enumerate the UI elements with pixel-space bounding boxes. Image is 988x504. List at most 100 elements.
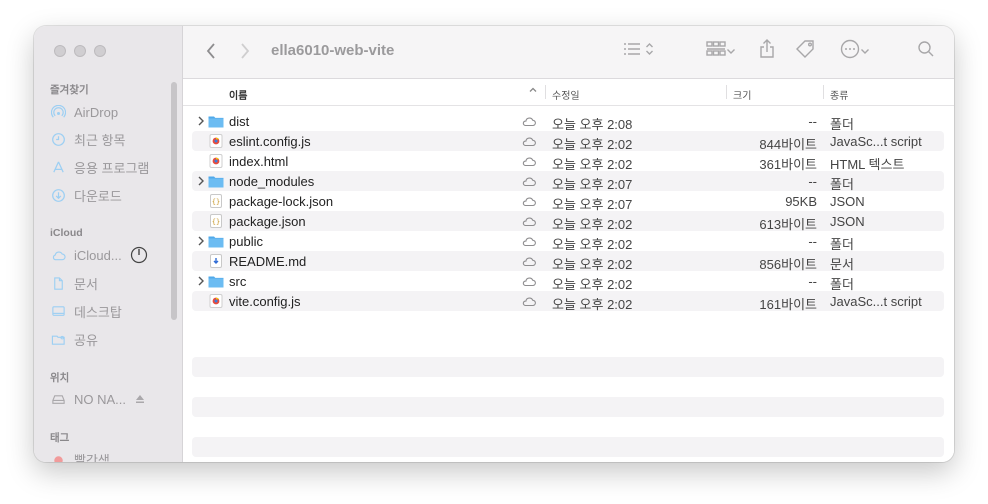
disclosure-chevron-icon[interactable] [196,235,206,247]
folder-icon [208,274,224,288]
file-name: public [229,234,263,249]
minimize-window-button[interactable] [74,45,86,57]
share-button[interactable] [757,38,777,62]
sidebar-item-recents[interactable]: 최근 항목 [50,128,125,150]
cloud-status-icon [521,255,537,267]
chevron-updown-icon [645,42,654,61]
column-divider[interactable] [545,85,546,99]
file-row-package-json[interactable]: {} package.json 오늘 오후 2:02 613바이트 JSON [192,211,944,232]
disclosure-chevron-icon[interactable] [196,175,206,187]
desktop-icon [50,303,66,319]
svg-text:{}: {} [212,198,220,206]
sidebar-item-label: 공유 [74,332,98,348]
folder-icon [208,114,224,128]
applications-icon [50,159,66,175]
sidebar-item-applications[interactable]: 응용 프로그램 [50,156,149,178]
column-divider[interactable] [726,85,727,99]
close-window-button[interactable] [54,45,66,57]
sidebar-section-locations: 위치 [50,372,70,384]
cloud-status-icon [521,295,537,307]
column-date-header[interactable]: 수정일 [552,87,580,102]
disclosure-chevron-icon[interactable] [196,275,206,287]
airdrop-icon [50,104,66,120]
disclosure-chevron-icon[interactable] [196,115,206,127]
column-header: 이름 수정일 크기 종류 [183,79,954,106]
tag-button[interactable] [793,39,819,64]
file-row-package-lock-json[interactable]: {} package-lock.json 오늘 오후 2:07 95KB JSON [192,191,944,212]
file-size: -- [808,274,817,289]
sidebar-item-drive[interactable]: NO NA... [50,388,146,410]
sidebar-item-documents[interactable]: 문서 [50,272,98,294]
file-kind: JavaSc...t script [830,134,922,149]
sidebar-item-label: AirDrop [74,104,119,120]
sidebar-item-label: 응용 프로그램 [74,160,150,176]
tag-icon [795,39,817,64]
back-button[interactable] [201,40,221,62]
file-kind: JavaSc...t script [830,294,922,309]
cloud-icon [50,247,66,263]
list-view-icon [623,41,645,62]
file-name: src [229,274,247,289]
file-kind: JSON [830,214,865,229]
cloud-status-icon [521,195,537,207]
empty-row [192,397,944,417]
json-file-icon: {} [208,214,224,228]
file-row-node-modules[interactable]: node_modules 오늘 오후 2:07 -- 폴더 [192,171,944,192]
sort-ascending-icon[interactable] [528,85,538,98]
cloud-status-icon [521,275,537,287]
sidebar-item-desktop[interactable]: 데스크탑 [50,300,122,322]
file-row-eslint-config-js[interactable]: eslint.config.js 오늘 오후 2:02 844바이트 JavaSc..… [192,131,944,152]
file-name: eslint.config.js [229,134,311,149]
sidebar-item-tag-red[interactable]: 빨간색 [50,448,110,462]
file-row-public[interactable]: public 오늘 오후 2:02 -- 폴더 [192,231,944,252]
column-divider[interactable] [823,85,824,99]
file-name: package-lock.json [229,194,334,209]
cloud-status-icon [521,175,537,187]
finder-window: 즐겨찾기 AirDrop 최근 항목 응용 프로그램 다운로드 iCloud i… [34,26,954,462]
file-name: package.json [229,214,306,229]
file-row-readme-md[interactable]: README.md 오늘 오후 2:02 856바이트 문서 [192,251,944,272]
file-name: index.html [229,154,289,169]
forward-button[interactable] [235,40,255,62]
sidebar: 즐겨찾기 AirDrop 최근 항목 응용 프로그램 다운로드 iCloud i… [34,26,183,462]
sidebar-item-airdrop[interactable]: AirDrop [50,101,118,123]
group-button[interactable] [701,40,741,62]
file-row-index-html[interactable]: index.html 오늘 오후 2:02 361바이트 HTML 텍스트 [192,151,944,172]
search-icon [917,40,935,63]
view-options-button[interactable] [618,40,658,62]
file-name: vite.config.js [229,294,301,309]
zoom-window-button[interactable] [94,45,106,57]
file-size: 161바이트 [759,297,817,312]
more-actions-button[interactable] [835,39,875,64]
cloud-status-icon [521,135,537,147]
sidebar-scrollbar[interactable] [171,82,177,320]
markdown-file-icon [208,254,224,268]
sidebar-item-shared[interactable]: 공유 [50,328,98,350]
column-name-header[interactable]: 이름 [229,87,247,102]
sidebar-item-icloud-drive[interactable]: iCloud... [50,244,148,266]
svg-text:{}: {} [212,218,220,226]
sidebar-section-icloud: iCloud [50,227,83,239]
file-row-vite-config-js[interactable]: vite.config.js 오늘 오후 2:02 161바이트 JavaSc...t… [192,291,944,312]
sidebar-item-label: 문서 [74,276,98,292]
file-row-dist[interactable]: dist 오늘 오후 2:08 -- 폴더 [192,111,944,132]
sidebar-item-downloads[interactable]: 다운로드 [50,184,122,206]
toolbar: ella6010-web-vite [183,26,954,79]
file-size: -- [808,114,817,129]
ellipsis-circle-icon [840,39,860,64]
sidebar-item-label: NO NA... [74,391,127,407]
eject-icon[interactable] [134,393,146,405]
file-row-src[interactable]: src 오늘 오후 2:02 -- 폴더 [192,271,944,292]
file-date: 오늘 오후 2:02 [552,297,633,312]
sidebar-section-tags: 태그 [50,432,70,444]
column-size-header[interactable]: 크기 [733,87,751,102]
chevron-down-icon [860,42,870,60]
search-button[interactable] [915,40,937,62]
file-size: -- [808,174,817,189]
cloud-status-icon [521,235,537,247]
empty-row [192,437,944,457]
empty-row [192,357,944,377]
file-list: 이름 수정일 크기 종류 dist 오늘 오후 2:08 -- 폴더 eslint.co… [183,79,954,462]
column-kind-header[interactable]: 종류 [830,87,848,102]
download-icon [50,187,66,203]
